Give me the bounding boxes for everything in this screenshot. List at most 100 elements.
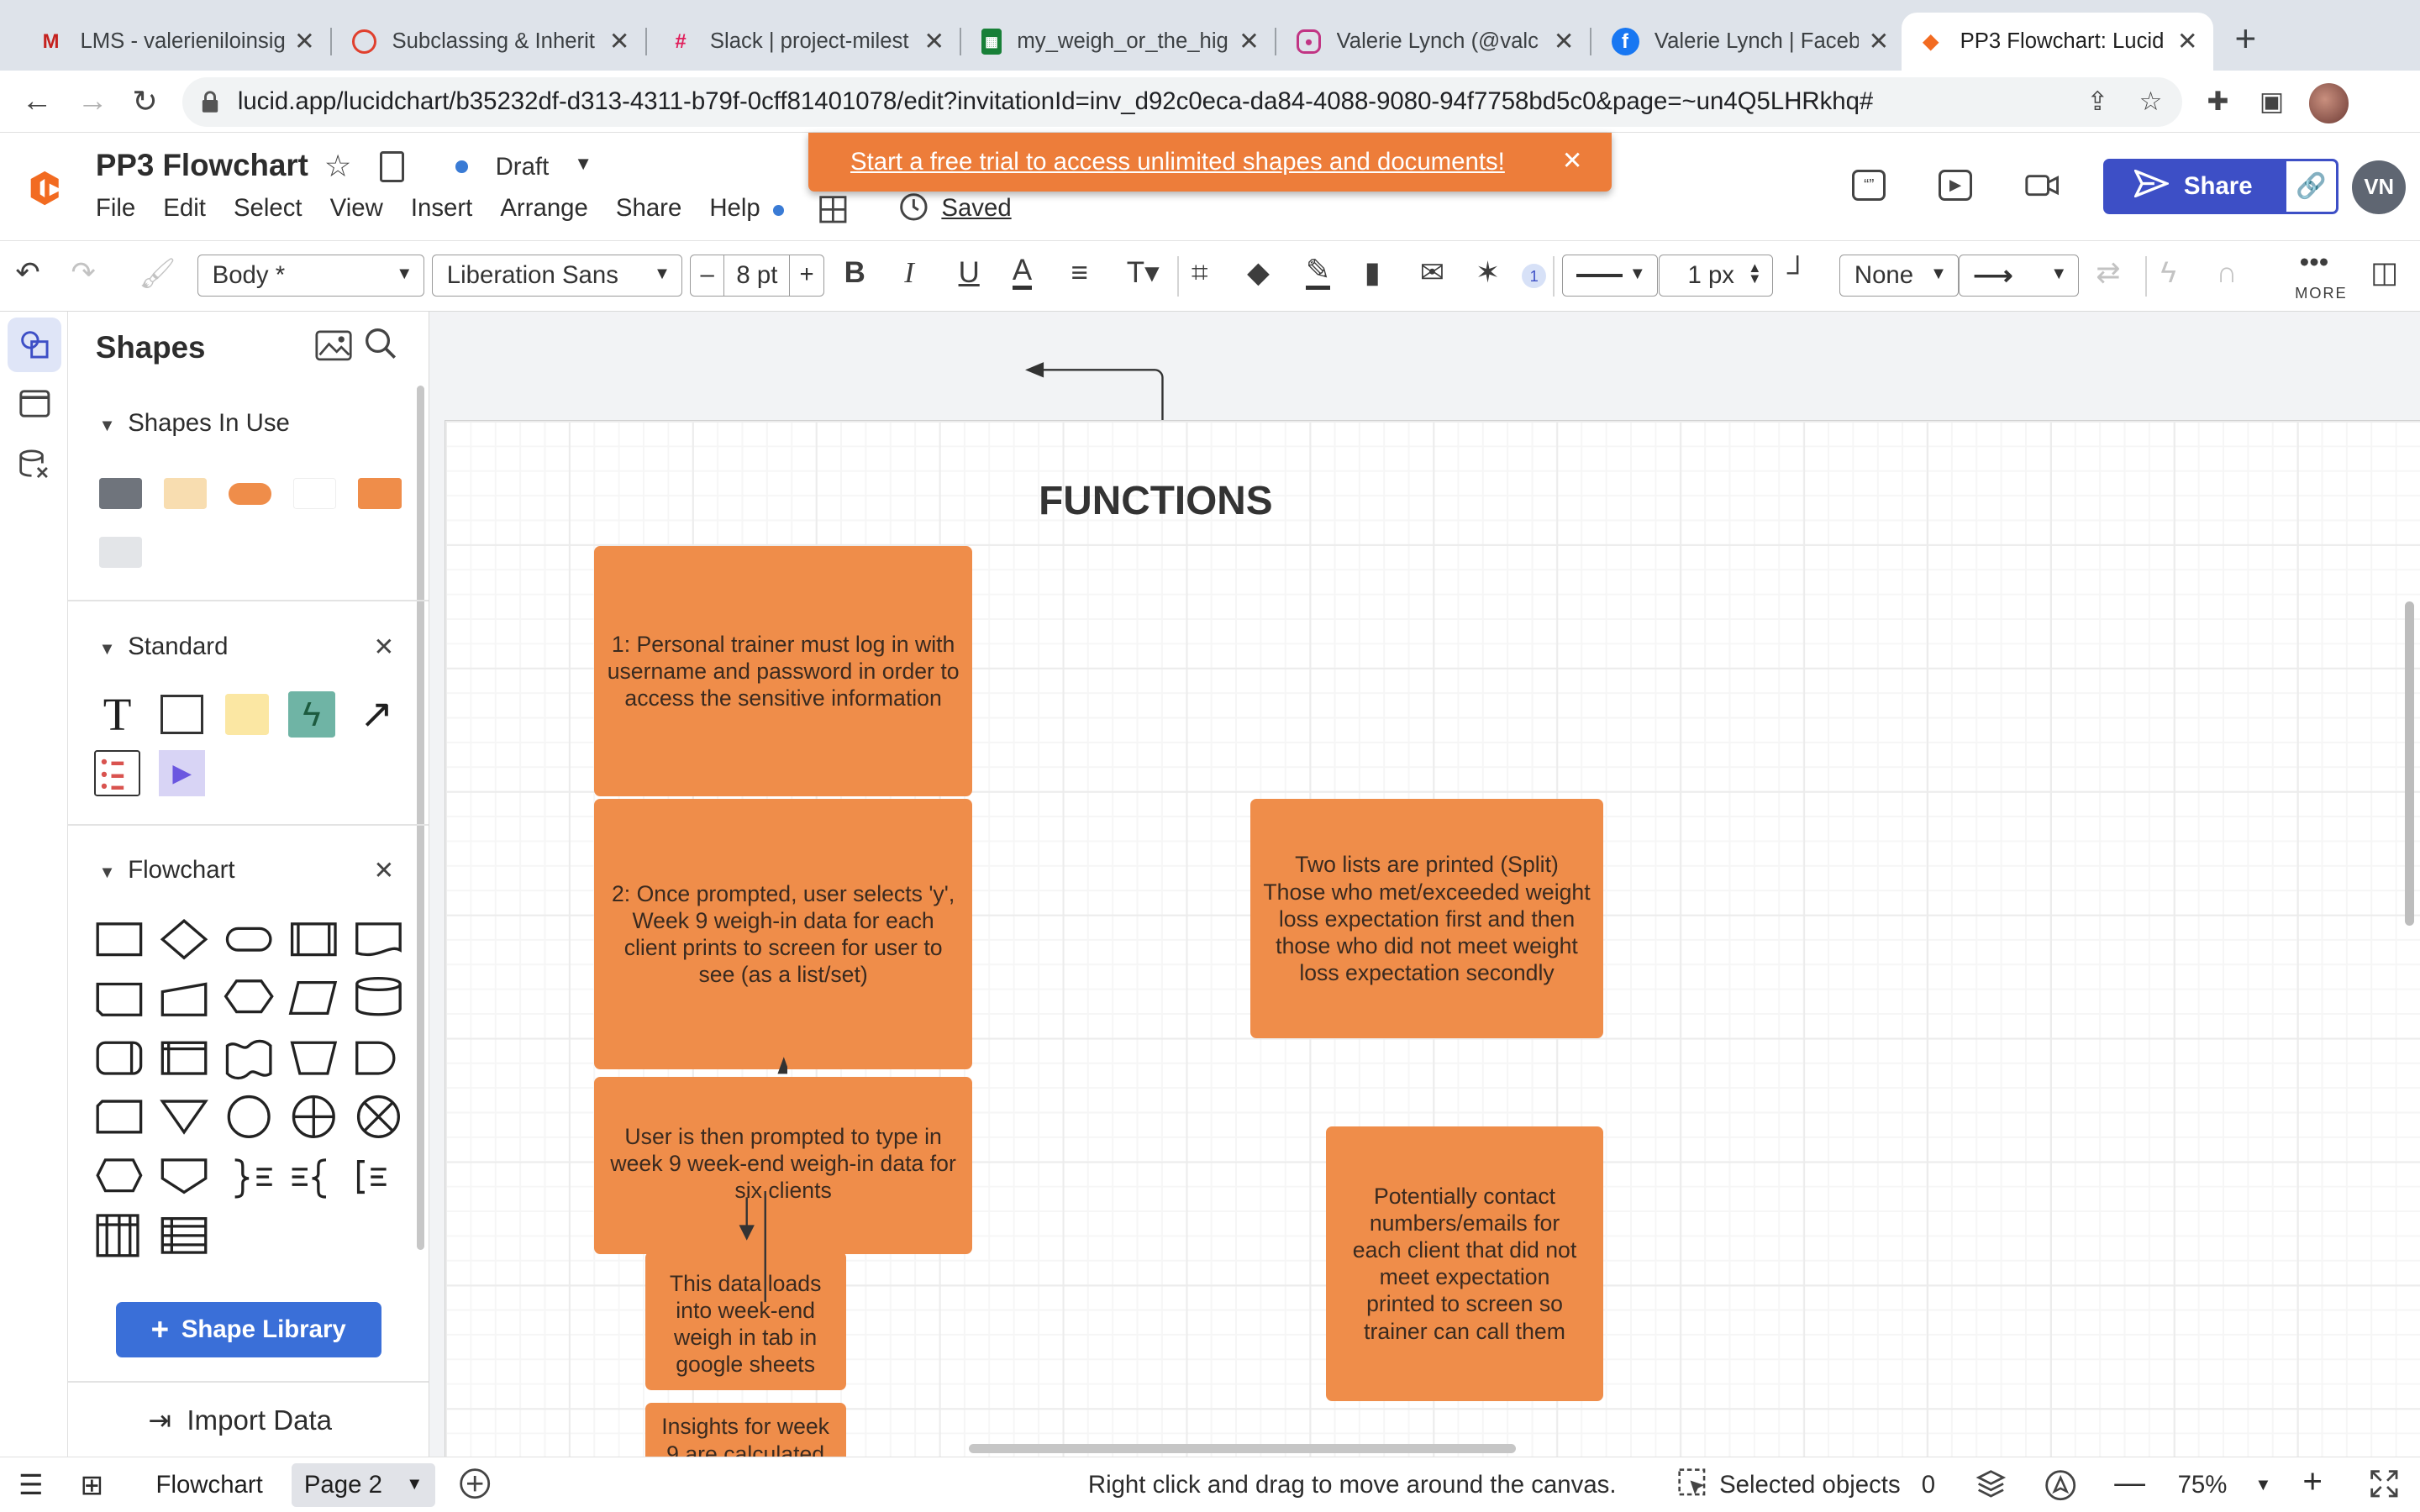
layers-icon[interactable] [1975,1468,2007,1506]
line-width-select[interactable]: 1 px ▲ ▼ [1659,255,1774,297]
font-size-stepper[interactable]: – 8 pt + [690,255,824,297]
menu-file[interactable]: File [96,194,135,223]
increase-font-size-button[interactable]: + [789,255,823,296]
text-style-select[interactable]: Body * ▼ [197,255,425,297]
lightning-icon[interactable]: ϟ [2160,256,2175,290]
decrease-font-size-button[interactable]: – [691,255,725,296]
align-icon[interactable]: ≡ [1071,256,1088,290]
close-tab-icon[interactable]: ✕ [294,27,315,56]
zoom-in-icon[interactable]: + [2302,1462,2323,1501]
browser-tab-lms[interactable]: M LMS - valerieniloinsig ✕ [22,13,330,71]
search-icon[interactable] [364,327,397,367]
side-panel-toggle-icon[interactable]: ◫ [2370,256,2398,290]
text-options-icon[interactable]: T▾ [1127,256,1160,290]
menu-share[interactable]: Share [616,194,681,223]
feature-find-icon[interactable] [818,194,849,233]
close-icon[interactable]: ✕ [1562,146,1583,176]
flowchart-box-insights[interactable]: Insights for week 9 are calculated [644,1402,846,1464]
opacity-icon[interactable]: ▮ [1365,256,1381,290]
flowchart-box-week9-data[interactable]: 2: Once prompted, user selects 'y', Week… [594,799,973,1069]
close-tab-icon[interactable]: ✕ [1554,27,1575,56]
menu-edit[interactable]: Edit [163,194,206,223]
browser-tab-lucid[interactable]: ◆ PP3 Flowchart: Lucid ✕ [1901,12,2213,71]
new-tab-icon[interactable]: + [2235,18,2257,60]
comments-icon[interactable]: “” [1852,170,1886,201]
section-shapes-in-use[interactable]: ▼ Shapes In Use [99,409,290,438]
menu-view[interactable]: View [330,194,383,223]
video-shape-icon[interactable]: ▶ [159,749,206,796]
user-avatar[interactable]: VN [2352,160,2407,215]
fill-color-icon[interactable]: ◆ [1247,256,1270,290]
menu-insert[interactable]: Insert [411,194,472,223]
reload-icon[interactable]: ↻ [127,83,164,119]
redo-icon[interactable]: ↷ [71,256,95,290]
browser-tab-instagram[interactable]: ● Valerie Lynch (@valc ✕ [1281,13,1589,71]
forward-icon[interactable]: → [74,83,111,118]
browser-profile-avatar[interactable] [2308,83,2349,123]
section-flowchart[interactable]: ▼ Flowchart [99,856,235,885]
line-color-icon[interactable]: ✎ [1305,255,1331,290]
flowchart-box-login[interactable]: 1: Personal trainer must log in with use… [594,546,973,796]
shape-in-use-swatch[interactable] [98,478,142,510]
diagram-heading[interactable]: FUNCTIONS [1039,478,1273,524]
chevron-down-icon[interactable]: ▼ [406,1475,423,1494]
sticky-note-icon[interactable] [224,693,270,736]
magnet-icon[interactable]: ∩ [2217,256,2238,290]
copy-link-icon[interactable]: 🔗 [2284,159,2338,215]
browser-tab-subclassing[interactable]: Subclassing & Inherit ✕ [336,13,644,71]
text-color-icon[interactable]: A [1012,255,1033,290]
menu-select[interactable]: Select [234,194,302,223]
panel-scrollbar[interactable] [416,386,425,1250]
line-route-icon[interactable]: ┘ [1787,256,1808,290]
undo-icon[interactable]: ↶ [15,256,39,290]
chevron-down-icon[interactable]: ▼ [574,153,592,175]
page-list-icon[interactable]: ☰ [18,1468,44,1502]
shape-options-icon[interactable]: ⌗ [1192,256,1208,290]
font-family-select[interactable]: Liberation Sans ▼ [432,255,682,297]
url-bar[interactable]: lucid.app/lucidchart/b35232df-d313-4311-… [182,76,2183,127]
image-icon[interactable] [315,330,352,368]
favorite-star-icon[interactable]: ☆ [324,148,352,184]
flowchart-connectors[interactable] [725,1049,787,1311]
chevron-down-icon[interactable]: ▼ [2254,1476,2271,1495]
browser-tab-facebook[interactable]: f Valerie Lynch | Facebo ✕ [1596,13,1904,71]
zoom-level[interactable]: 75% [2178,1471,2228,1499]
line-start-select[interactable]: None ▼ [1839,255,1959,297]
shape-in-use-swatch[interactable] [98,537,142,568]
navigation-icon[interactable] [2044,1468,2077,1509]
document-title[interactable]: PP3 Flowchart [96,148,308,183]
data-rail-icon[interactable] [8,438,61,492]
zoom-out-icon[interactable]: — [2114,1465,2145,1500]
close-icon[interactable]: ✕ [373,633,394,662]
swap-arrows-icon[interactable]: ⇄ [2096,256,2120,290]
canvas-vertical-scrollbar[interactable] [2404,601,2414,927]
more-icon[interactable]: ••• [2300,247,2329,279]
menu-arrange[interactable]: Arrange [500,194,588,223]
canvas-horizontal-scrollbar[interactable] [969,1444,1516,1454]
free-trial-link[interactable]: Start a free trial to access unlimited s… [850,148,1505,176]
close-tab-icon[interactable]: ✕ [1239,27,1260,56]
page-tab-page-2[interactable]: Page 2 ▼ [292,1463,435,1507]
font-size-value[interactable]: 8 pt [724,261,789,290]
line-end-select[interactable]: ⟶ ▼ [1958,255,2080,297]
extensions-icon[interactable]: ✚ [2207,87,2228,117]
share-button[interactable]: Share [2103,159,2285,215]
arrow-line-icon[interactable]: ↗ [354,692,400,737]
shapes-rail-icon[interactable] [8,318,62,372]
browser-tab-slack[interactable]: # Slack | project-milest ✕ [651,13,960,71]
video-call-icon[interactable] [2025,170,2059,201]
bookmark-star-icon[interactable]: ☆ [2139,87,2163,117]
more-label[interactable]: MORE [2295,284,2347,302]
close-icon[interactable]: ✕ [373,856,394,885]
templates-rail-icon[interactable] [8,376,61,430]
browser-tab-sheets[interactable]: ▦ my_weigh_or_the_hig ✕ [966,13,1275,71]
saved-status[interactable]: Saved [941,194,1011,223]
flowchart-box-two-lists[interactable]: Two lists are printed (Split) Those who … [1249,799,1604,1039]
bold-icon[interactable]: B [844,256,865,290]
shape-in-use-swatch[interactable] [163,478,208,510]
rectangle-shape-icon[interactable] [159,694,205,735]
import-data-button[interactable]: ⇥ Import Data [148,1404,332,1437]
shape-library-button[interactable]: + Shape Library [115,1302,381,1358]
page-tab-flowchart[interactable]: Flowchart [144,1463,276,1506]
shape-in-use-swatch[interactable] [358,478,402,510]
